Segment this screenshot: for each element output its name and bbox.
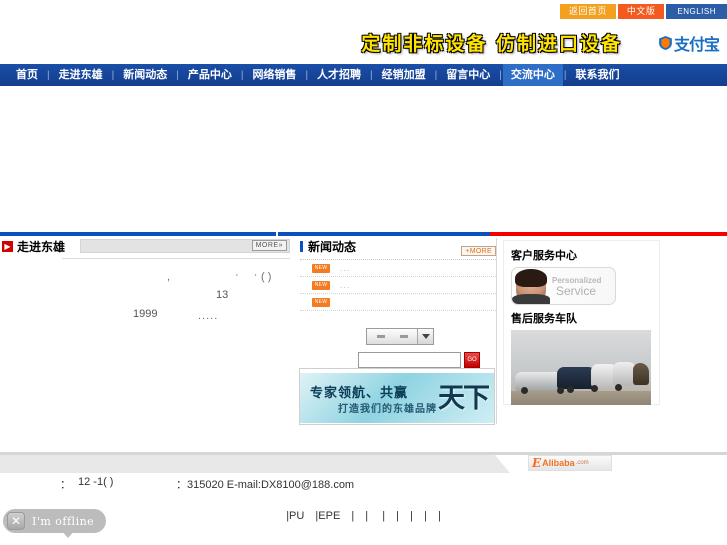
footer-zip-email: ：315020 E-mail:DX8100@188.com xyxy=(176,479,355,491)
nav-item-products[interactable]: 产品中心 xyxy=(180,64,240,86)
nav-item-home[interactable]: 首页 xyxy=(8,64,46,86)
footer-keyword-links: |PU |EPE | | | | | | | xyxy=(0,510,727,522)
nav-item-online-sales[interactable]: 网络销售 xyxy=(244,64,304,86)
ad-banner-line1: 专家领航、共赢 xyxy=(310,385,409,400)
footer-address: 12 -1( ) xyxy=(78,476,114,488)
alipay-label: 支付宝 xyxy=(673,35,720,54)
chevron-down-icon[interactable] xyxy=(417,329,433,344)
live-chat-widget[interactable]: ✕ I'm offline xyxy=(3,509,106,538)
agent-hair-icon xyxy=(515,269,547,287)
keyword-link-epe[interactable]: |EPE xyxy=(315,510,340,522)
bar-marker-icon xyxy=(300,240,303,252)
footer-shape xyxy=(0,455,510,473)
customer-service-title: 客户服务中心 xyxy=(511,250,577,262)
new-badge-icon: NEW xyxy=(312,280,330,290)
news-panel-title: 新闻动态 xyxy=(308,239,357,254)
page-root: 返回首页 中文版 ENGLISH 定制非标设备 仿制进口设备 支付宝 首页 | … xyxy=(0,0,727,545)
select-value-glyph xyxy=(377,335,385,338)
alibaba-label: Alibaba xyxy=(542,458,575,468)
news-panel-header: 新闻动态 +MORE xyxy=(300,238,496,256)
about-fragment-dots: · · xyxy=(235,269,264,281)
alipay-logo[interactable]: 支付宝 xyxy=(659,31,720,55)
about-fragment-1999: 1999 xyxy=(133,308,158,320)
about-more-button[interactable]: MORE» xyxy=(251,240,287,251)
back-home-button[interactable]: 返回首页 xyxy=(559,3,616,19)
alibaba-mark-icon: E xyxy=(532,456,542,470)
footer-divider xyxy=(0,452,727,455)
search-category-select[interactable] xyxy=(366,328,434,345)
about-panel-body: , · · ( ) 13 1999 ..... xyxy=(2,265,290,335)
wheel-shape xyxy=(615,384,622,391)
ground-shape xyxy=(511,391,651,405)
news-item-text: ... xyxy=(340,263,351,273)
section-divider-blue-right xyxy=(278,232,490,236)
nav-item-distribution[interactable]: 经销加盟 xyxy=(374,64,434,86)
about-panel-title: 走进东雄 xyxy=(17,239,66,254)
arrow-right-icon: ▶ xyxy=(2,240,13,252)
header-banner: 定制非标设备 仿制进口设备 支付宝 xyxy=(0,22,727,62)
nav-item-exchange-center[interactable]: 交流中心 xyxy=(502,64,563,86)
chat-bubble[interactable]: ✕ I'm offline xyxy=(3,509,106,533)
chinese-version-button[interactable]: 中文版 xyxy=(617,3,665,19)
alibaba-domain: .com xyxy=(575,460,589,466)
keyword-link-pu[interactable]: |PU xyxy=(286,510,304,522)
ad-banner[interactable]: 专家领航、共赢 打造我们的东雄品牌 天下 xyxy=(300,373,494,423)
top-button-bar: 返回首页 中文版 ENGLISH xyxy=(0,3,727,19)
search-submit-button[interactable]: GO xyxy=(464,352,480,368)
customer-service-sidebar: 客户服务中心 Personalized Service 售后服务车队 xyxy=(503,240,660,405)
about-fragment-ellipsis: ..... xyxy=(198,310,219,322)
fleet-title: 售后服务车队 xyxy=(511,313,577,325)
chat-status-label: I'm offline xyxy=(32,514,95,528)
footer-colon: ： xyxy=(60,479,71,491)
about-fragment-paren: ( ) xyxy=(261,271,272,283)
nav-item-news[interactable]: 新闻动态 xyxy=(115,64,175,86)
personalized-service-image[interactable]: Personalized Service xyxy=(511,267,616,305)
new-badge-icon: NEW xyxy=(312,263,330,273)
content-right-divider xyxy=(496,238,497,424)
close-icon[interactable]: ✕ xyxy=(7,512,25,530)
nav-item-recruitment[interactable]: 人才招聘 xyxy=(309,64,369,86)
nav-item-about[interactable]: 走进东雄 xyxy=(51,64,111,86)
about-panel-header: ▶ 走进东雄 MORE» xyxy=(2,238,290,254)
car-shape xyxy=(633,363,649,385)
search-area: GO xyxy=(300,326,496,371)
about-fragment-comma: , xyxy=(167,271,171,283)
service-fleet-image[interactable] xyxy=(511,330,651,405)
ad-banner-headline: 天下 xyxy=(438,383,490,414)
news-more-button[interactable]: +MORE xyxy=(461,246,496,256)
select-value-glyph xyxy=(400,335,408,338)
news-list-item[interactable]: NEW ... xyxy=(300,260,496,277)
keyword-link[interactable]: | xyxy=(438,510,441,522)
about-panel: ▶ 走进东雄 MORE» , · · ( ) 13 1999 ..... xyxy=(2,238,290,428)
wheel-shape xyxy=(521,387,528,394)
agent-shoulder-icon xyxy=(512,294,550,304)
about-fragment-13: 13 xyxy=(216,289,229,301)
banner-slogan: 定制非标设备 仿制进口设备 xyxy=(361,33,622,55)
main-navigation: 首页 | 走进东雄 | 新闻动态 | 产品中心 | 网络销售 | 人才招聘 | … xyxy=(0,64,727,86)
footer-contact-line: ： 12 -1( ) ：315020 E-mail:DX8100@188.com xyxy=(0,476,727,491)
service-image-line2: Service xyxy=(556,284,597,298)
flash-banner-stage xyxy=(0,86,727,225)
ad-banner-line2: 打造我们的东雄品牌 xyxy=(338,404,437,415)
nav-item-contact[interactable]: 联系我们 xyxy=(567,64,627,86)
alibaba-logo[interactable]: E Alibaba .com xyxy=(528,455,612,471)
section-divider-red xyxy=(490,232,727,236)
nav-item-message-center[interactable]: 留言中心 xyxy=(438,64,498,86)
wheel-shape xyxy=(567,386,574,393)
news-list-item[interactable]: NEW xyxy=(300,294,496,311)
english-version-button[interactable]: ENGLISH xyxy=(666,3,727,19)
wheel-shape xyxy=(591,385,598,392)
wheel-shape xyxy=(557,387,564,394)
about-panel-rule xyxy=(62,258,290,259)
news-item-text: ... xyxy=(340,280,351,290)
search-input[interactable] xyxy=(358,352,461,368)
news-list-item[interactable]: NEW ... xyxy=(300,277,496,294)
new-badge-icon: NEW xyxy=(312,297,330,307)
alipay-shield-icon xyxy=(659,36,672,50)
